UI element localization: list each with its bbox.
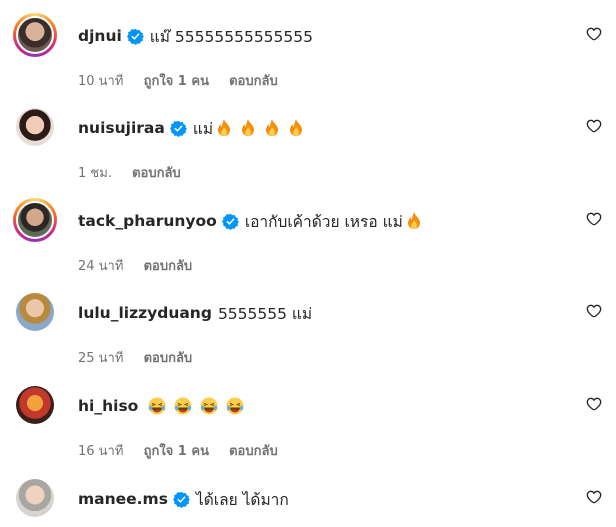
laughing-emoji-icon	[200, 397, 218, 415]
fire-emoji-icon	[266, 119, 279, 136]
comment-text: ได้เลย ได้มาก	[195, 490, 289, 509]
comment-username[interactable]: lulu_lizzyduang	[78, 304, 212, 322]
verified-badge-icon	[221, 213, 239, 230]
fire-emoji-icon	[407, 212, 420, 229]
fire-emoji-icon	[242, 119, 255, 136]
comment-time: 1 ชม.	[78, 166, 112, 181]
comment-item: hi_hiso 16 นาที ถูกใจ 1 คน ตอบกลับ	[0, 383, 616, 475]
laughing-emoji-icon	[226, 397, 244, 415]
avatar	[16, 293, 54, 331]
avatar-story-ring[interactable]	[13, 13, 57, 57]
comment-username[interactable]: manee.ms	[78, 490, 168, 508]
heart-outline-icon[interactable]	[586, 118, 602, 134]
avatar-wrap[interactable]	[13, 383, 57, 427]
reply-button[interactable]: ตอบกลับ	[132, 166, 181, 181]
comment-likes-count[interactable]: ถูกใจ 1 คน	[144, 444, 209, 459]
avatar-wrap[interactable]	[13, 476, 57, 520]
laughing-emoji-icon	[148, 397, 166, 415]
comment-text: เอากับเค้าด้วย เหรอ แม่	[244, 212, 403, 231]
comment-time: 25 นาที	[78, 351, 124, 366]
heart-outline-icon[interactable]	[586, 211, 602, 227]
avatar	[16, 479, 54, 517]
comment-item: djnui แม๊ 55555555555555 10 นาที ถูกใจ 1…	[0, 13, 616, 105]
fire-emoji-icon	[218, 119, 231, 136]
reply-button[interactable]: ตอบกลับ	[144, 259, 193, 274]
avatar	[16, 108, 54, 146]
laughing-emoji-icon	[174, 397, 192, 415]
verified-badge-icon	[169, 120, 187, 137]
comment-text: 5555555 แม่	[217, 304, 313, 323]
comment-username[interactable]: djnui	[78, 27, 122, 45]
avatar	[16, 201, 54, 239]
heart-outline-icon[interactable]	[586, 489, 602, 505]
avatar	[16, 16, 54, 54]
avatar-wrap[interactable]	[13, 290, 57, 334]
comment-likes-count[interactable]: ถูกใจ 1 คน	[144, 74, 209, 89]
comment-username[interactable]: hi_hiso	[78, 397, 138, 415]
reply-button[interactable]: ตอบกลับ	[229, 444, 278, 459]
comment-item: nuisujiraa แม่ 1 ชม. ตอบกลับ	[0, 105, 616, 197]
avatar	[16, 386, 54, 424]
avatar-story-ring[interactable]	[13, 198, 57, 242]
fire-emoji-icon	[290, 119, 303, 136]
comment-item: lulu_lizzyduang 5555555 แม่ 25 นาที ตอบก…	[0, 290, 616, 382]
heart-outline-icon[interactable]	[586, 303, 602, 319]
reply-button[interactable]: ตอบกลับ	[144, 351, 193, 366]
comment-time: 10 นาที	[78, 74, 124, 89]
comment-text: แม่	[192, 119, 214, 138]
avatar-wrap[interactable]	[13, 105, 57, 149]
verified-badge-icon	[172, 491, 190, 508]
comment-time: 24 นาที	[78, 259, 124, 274]
reply-button[interactable]: ตอบกลับ	[229, 74, 278, 89]
heart-outline-icon[interactable]	[586, 26, 602, 42]
comment-time: 16 นาที	[78, 444, 124, 459]
comment-item: manee.ms ได้เลย ได้มาก	[0, 476, 616, 527]
comment-text: แม๊ 55555555555555	[149, 27, 313, 46]
heart-outline-icon[interactable]	[586, 396, 602, 412]
comment-item: tack_pharunyoo เอากับเค้าด้วย เหรอ แม่ 2…	[0, 198, 616, 290]
comment-username[interactable]: nuisujiraa	[78, 119, 165, 137]
comment-username[interactable]: tack_pharunyoo	[78, 212, 217, 230]
verified-badge-icon	[126, 28, 144, 45]
